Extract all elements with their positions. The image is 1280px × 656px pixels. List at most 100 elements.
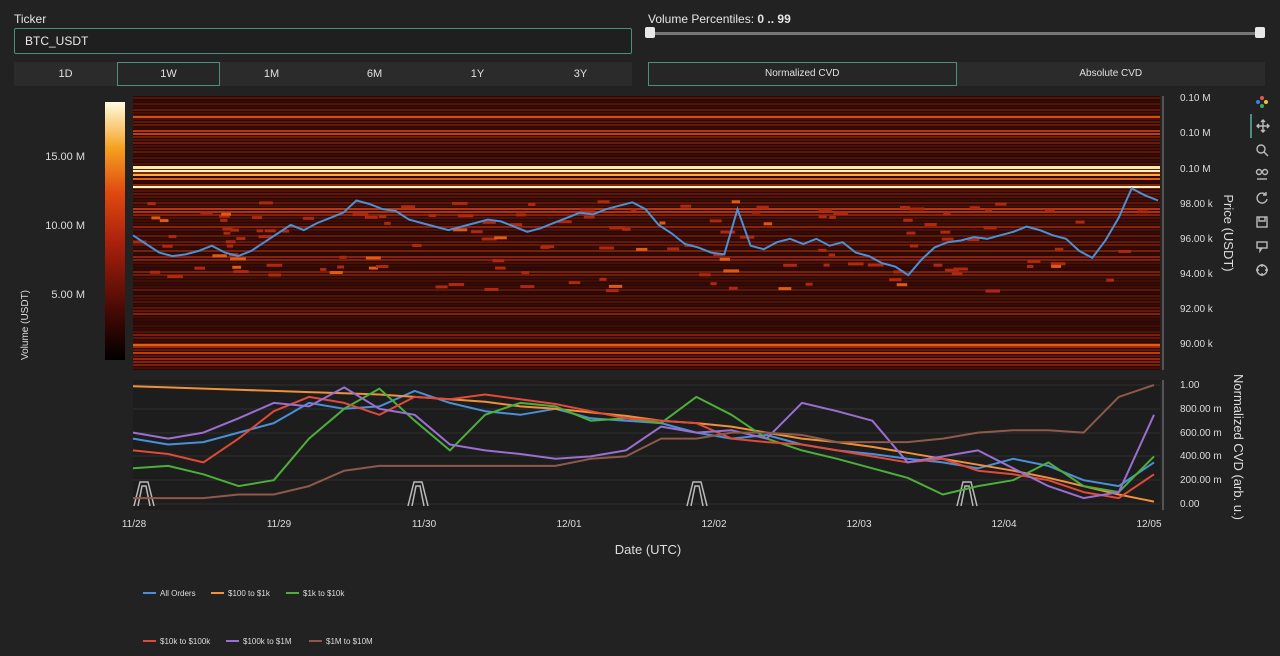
heatmap-band — [133, 292, 1160, 294]
heatmap-cell — [268, 273, 281, 277]
legend-item-100-to-1k[interactable]: $100 to $1k — [211, 589, 271, 598]
tab-1w[interactable]: 1W — [117, 62, 220, 86]
modebar — [1250, 90, 1274, 282]
heatmap-cell — [167, 275, 183, 278]
heatmap-cell — [1050, 262, 1066, 266]
pan-icon[interactable] — [1250, 114, 1274, 138]
ticker-input[interactable]: BTC_USDT — [14, 28, 632, 54]
heatmap-cell — [147, 202, 156, 206]
heatmap-band — [133, 355, 1160, 357]
heatmap-cell — [412, 244, 422, 247]
download-icon[interactable] — [1250, 210, 1274, 234]
heatmap-band — [133, 148, 1160, 150]
heatmap-hot-band — [133, 186, 1160, 188]
zoom-icon[interactable] — [1250, 138, 1274, 162]
cvd-mode-selector: Normalized CVD Absolute CVD — [648, 62, 1265, 86]
volume-percentile-slider[interactable] — [650, 32, 1260, 35]
heatmap-band — [133, 103, 1160, 105]
legend-item-all-orders[interactable]: All Orders — [143, 589, 196, 598]
heatmap-cell — [520, 285, 535, 289]
heatmap-cell — [984, 208, 993, 212]
plotly-logo-icon[interactable] — [1250, 90, 1274, 114]
heatmap-cell — [401, 205, 415, 209]
heatmap-cell — [568, 281, 581, 285]
heatmap-band — [133, 265, 1160, 267]
heatmap-cell — [484, 288, 499, 291]
volume-percentiles-label: Volume Percentiles: 0 .. 99 — [648, 12, 791, 26]
heatmap-cell — [583, 215, 595, 219]
heatmap-band — [133, 241, 1160, 243]
heatmap-cell — [908, 207, 925, 211]
colorbar-tick: 15.00 M — [45, 151, 85, 163]
colorbar-tick: 5.00 M — [51, 289, 85, 301]
heatmap-cell — [943, 212, 951, 216]
tab-1m[interactable]: 1M — [220, 62, 323, 86]
tab-3y[interactable]: 3Y — [529, 62, 632, 86]
heatmap-band — [133, 286, 1160, 288]
legend-item-100k-to-1m[interactable]: $100k to $1M — [226, 637, 292, 646]
hover-compare-icon[interactable] — [1250, 234, 1274, 258]
heatmap-band — [133, 136, 1160, 138]
tab-absolute-cvd[interactable]: Absolute CVD — [957, 62, 1266, 86]
heatmap-cell — [818, 215, 827, 219]
heatmap-band — [133, 112, 1160, 114]
colorbar-tick: 10.00 M — [45, 220, 85, 232]
legend-item-1k-to-10k[interactable]: $1k to $10k — [286, 589, 345, 598]
heatmap-cell — [435, 285, 448, 289]
heatmap-cell — [194, 266, 205, 270]
heatmap-band — [133, 298, 1160, 300]
heatmap-band — [133, 331, 1160, 333]
tab-1d[interactable]: 1D — [14, 62, 117, 86]
heatmap-cell — [751, 210, 761, 214]
heatmap-cell — [151, 216, 161, 220]
slider-handle-min[interactable] — [645, 27, 655, 38]
heatmap-cell — [221, 212, 231, 216]
slider-handle-max[interactable] — [1255, 27, 1265, 38]
heatmap-band — [133, 139, 1160, 141]
heatmap-cell — [756, 205, 769, 209]
legend-item-10k-to-100k[interactable]: $10k to $100k — [143, 637, 211, 646]
heatmap-cell — [720, 230, 735, 234]
heatmap-cell — [1026, 265, 1034, 268]
autoscale-icon[interactable] — [1250, 162, 1274, 186]
spike-lines-icon[interactable] — [1250, 258, 1274, 282]
x-tick: 12/04 — [991, 519, 1016, 530]
heatmap-cell — [728, 286, 738, 290]
chart-area[interactable]: 15.00 M 10.00 M 5.00 M Volume (USDT) 0.1… — [0, 88, 1248, 656]
heatmap-cell — [763, 222, 773, 226]
volume-percentiles-value: 0 .. 99 — [757, 12, 791, 26]
heatmap-cell — [452, 201, 468, 205]
heatmap-cell — [365, 256, 381, 260]
heatmap-cell — [833, 212, 848, 215]
tab-1y[interactable]: 1Y — [426, 62, 529, 86]
legend-label: $1M to $10M — [326, 637, 373, 646]
heatmap-cell — [818, 248, 827, 252]
heatmap-cell — [494, 236, 507, 240]
heatmap-cell — [899, 206, 910, 209]
heatmap-cell — [428, 214, 437, 217]
heatmap-cell — [471, 230, 483, 234]
tab-6m[interactable]: 6M — [323, 62, 426, 86]
heatmap-hot-band — [133, 174, 1160, 176]
x-tick: 12/05 — [1136, 519, 1161, 530]
heatmap-band — [133, 283, 1160, 285]
heatmap-band — [133, 316, 1160, 318]
heatmap-cell — [302, 216, 314, 220]
heatmap-cell — [940, 230, 951, 234]
cvd-tick: 400.00 m — [1180, 451, 1222, 462]
heatmap-band — [133, 310, 1160, 312]
legend-item-1m-to-10m[interactable]: $1M to $10M — [309, 637, 373, 646]
heatmap-cell — [1027, 259, 1041, 263]
heatmap-band — [133, 322, 1160, 324]
heatmap-band — [133, 181, 1160, 183]
heatmap-cell — [230, 257, 246, 261]
heatmap-band — [133, 304, 1160, 306]
heatmap-cell — [924, 223, 937, 226]
heatmap-cell — [823, 263, 830, 267]
reset-icon[interactable] — [1250, 186, 1274, 210]
heatmap-band — [133, 190, 1160, 192]
heatmap-hot-band — [133, 344, 1160, 346]
legend: All Orders $100 to $1k $1k to $10k $10k … — [143, 589, 373, 646]
heatmap-cell — [458, 214, 474, 218]
tab-normalized-cvd[interactable]: Normalized CVD — [648, 62, 957, 86]
